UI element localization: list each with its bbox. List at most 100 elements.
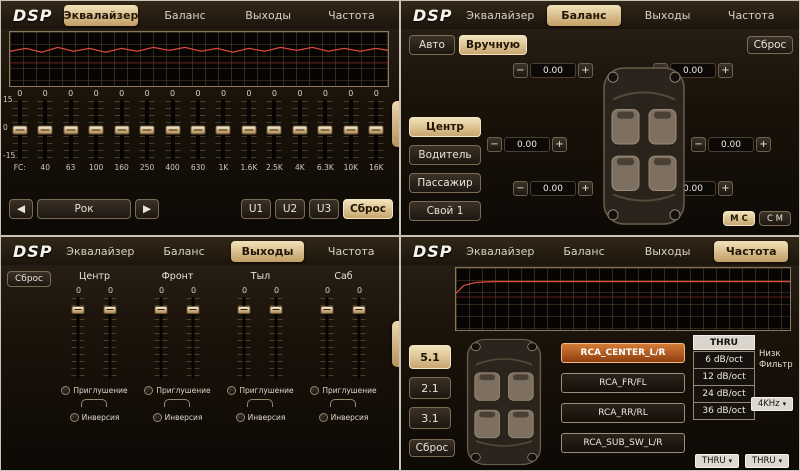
slider-thumb[interactable]	[292, 126, 307, 135]
band-slider[interactable]	[160, 99, 185, 161]
level-slider[interactable]	[267, 296, 285, 380]
preset-button[interactable]: Рок	[37, 199, 131, 219]
tab-frequency[interactable]: Частота	[314, 241, 388, 262]
plus-button[interactable]: +	[578, 181, 593, 196]
slope-option-6db[interactable]: 6 dB/oct	[693, 351, 755, 369]
tab-balance[interactable]: Баланс	[547, 5, 621, 26]
slider-thumb[interactable]	[353, 306, 366, 314]
slide-panel-handle[interactable]	[392, 101, 399, 147]
rca-rear-button[interactable]: RCA_RR/RL	[561, 403, 685, 423]
band-slider[interactable]	[364, 99, 389, 161]
level-slider[interactable]	[69, 296, 87, 380]
slider-thumb[interactable]	[343, 126, 358, 135]
band-slider[interactable]	[58, 99, 83, 161]
outputs-reset-button[interactable]: Сброс	[7, 271, 51, 287]
output-slope-select-left[interactable]: THRU ▾	[695, 454, 739, 468]
band-slider[interactable]	[134, 99, 159, 161]
tab-frequency[interactable]: Частота	[714, 241, 788, 262]
slider-thumb[interactable]	[140, 126, 155, 135]
balance-preset-custom[interactable]: Свой 1	[409, 201, 481, 221]
rca-front-button[interactable]: RCA_FR/FL	[561, 373, 685, 393]
tab-outputs[interactable]: Выходы	[631, 241, 705, 262]
minus-button[interactable]: −	[513, 181, 528, 196]
tab-outputs[interactable]: Выходы	[631, 5, 705, 26]
invert-checkbox[interactable]	[70, 413, 79, 422]
slider-thumb[interactable]	[114, 126, 129, 135]
tab-balance[interactable]: Баланс	[547, 241, 621, 262]
plus-button[interactable]: +	[718, 181, 733, 196]
slope-option-24db[interactable]: 24 dB/oct	[693, 385, 755, 403]
tab-frequency[interactable]: Частота	[714, 5, 788, 26]
tab-equalizer[interactable]: Эквалайзер	[64, 241, 138, 262]
band-slider[interactable]	[338, 99, 363, 161]
plus-button[interactable]: +	[578, 63, 593, 78]
level-slider[interactable]	[235, 296, 253, 380]
slider-thumb[interactable]	[104, 306, 117, 314]
slider-thumb[interactable]	[267, 126, 282, 135]
band-slider[interactable]	[262, 99, 287, 161]
link-channels-icon[interactable]	[330, 399, 356, 407]
band-slider[interactable]	[185, 99, 210, 161]
freq-reset-button[interactable]: Сброс	[409, 439, 455, 457]
band-slider[interactable]	[32, 99, 57, 161]
memory-u2-button[interactable]: U2	[275, 199, 305, 219]
rca-center-button[interactable]: RCA_CENTER_L/R	[561, 343, 685, 363]
mute-checkbox[interactable]	[144, 386, 153, 395]
slider-thumb[interactable]	[155, 306, 168, 314]
minus-button[interactable]: −	[513, 63, 528, 78]
rca-sub-button[interactable]: RCA_SUB_SW_L/R	[561, 433, 685, 453]
plus-button[interactable]: +	[756, 137, 771, 152]
cm-mode-button[interactable]: C M	[759, 211, 791, 226]
link-channels-icon[interactable]	[164, 399, 190, 407]
lowpass-frequency-select[interactable]: 4KHz ▾	[751, 397, 793, 411]
output-slope-select-right[interactable]: THRU ▾	[745, 454, 789, 468]
slider-thumb[interactable]	[63, 126, 78, 135]
level-slider[interactable]	[350, 296, 368, 380]
band-slider[interactable]	[287, 99, 312, 161]
slide-panel-handle[interactable]	[392, 321, 399, 367]
band-slider[interactable]	[83, 99, 108, 161]
slider-thumb[interactable]	[89, 126, 104, 135]
band-slider[interactable]	[211, 99, 236, 161]
memory-u3-button[interactable]: U3	[309, 199, 339, 219]
slider-thumb[interactable]	[369, 126, 384, 135]
tab-outputs[interactable]: Выходы	[231, 241, 305, 262]
slider-thumb[interactable]	[72, 306, 85, 314]
slider-thumb[interactable]	[318, 126, 333, 135]
mode-2-1-button[interactable]: 2.1	[409, 377, 451, 399]
invert-checkbox[interactable]	[236, 413, 245, 422]
tab-equalizer[interactable]: Эквалайзер	[464, 5, 538, 26]
mute-checkbox[interactable]	[61, 386, 70, 395]
slope-option-36db[interactable]: 36 dB/oct	[693, 402, 755, 420]
plus-button[interactable]: +	[718, 63, 733, 78]
minus-button[interactable]: −	[487, 137, 502, 152]
tab-outputs[interactable]: Выходы	[232, 5, 305, 26]
mute-checkbox[interactable]	[310, 386, 319, 395]
band-slider[interactable]	[236, 99, 261, 161]
link-channels-icon[interactable]	[81, 399, 107, 407]
mode-3-1-button[interactable]: 3.1	[409, 407, 451, 429]
invert-checkbox[interactable]	[319, 413, 328, 422]
balance-preset-driver[interactable]: Водитель	[409, 145, 481, 165]
level-slider[interactable]	[152, 296, 170, 380]
mute-checkbox[interactable]	[227, 386, 236, 395]
level-slider[interactable]	[101, 296, 119, 380]
link-channels-icon[interactable]	[247, 399, 273, 407]
minus-button[interactable]: −	[691, 137, 706, 152]
slider-thumb[interactable]	[165, 126, 180, 135]
slider-thumb[interactable]	[12, 126, 27, 135]
preset-next-button[interactable]: ▶	[135, 199, 159, 219]
level-slider[interactable]	[184, 296, 202, 380]
band-slider[interactable]	[313, 99, 338, 161]
slider-thumb[interactable]	[216, 126, 231, 135]
tab-equalizer[interactable]: Эквалайзер	[464, 241, 538, 262]
invert-checkbox[interactable]	[153, 413, 162, 422]
slider-thumb[interactable]	[241, 126, 256, 135]
slider-thumb[interactable]	[321, 306, 334, 314]
tab-equalizer[interactable]: Эквалайзер	[64, 5, 139, 26]
preset-prev-button[interactable]: ◀	[9, 199, 33, 219]
balance-preset-passenger[interactable]: Пассажир	[409, 173, 481, 193]
balance-manual-button[interactable]: Вручную	[459, 35, 527, 55]
slider-thumb[interactable]	[270, 306, 283, 314]
slider-thumb[interactable]	[191, 126, 206, 135]
